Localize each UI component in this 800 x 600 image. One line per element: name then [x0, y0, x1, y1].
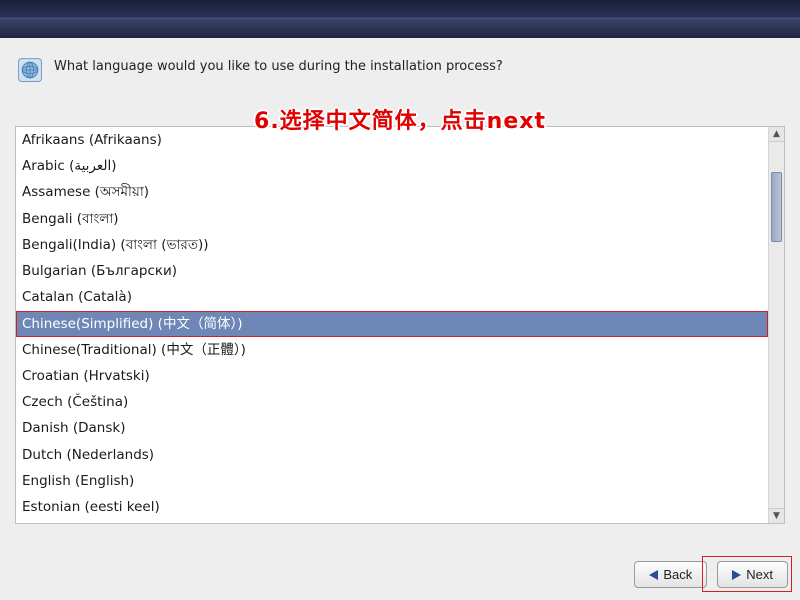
next-button-label: Next [746, 567, 773, 582]
language-option[interactable]: Czech (Čeština) [16, 389, 768, 415]
language-option[interactable]: Dutch (Nederlands) [16, 442, 768, 468]
language-option[interactable]: Chinese(Simplified) (中文（简体）) [16, 311, 768, 337]
scroll-thumb[interactable] [771, 172, 782, 242]
language-option[interactable]: English (English) [16, 468, 768, 494]
next-button[interactable]: Next [717, 561, 788, 588]
language-option[interactable]: Bulgarian (Български) [16, 258, 768, 284]
header: What language would you like to use duri… [0, 38, 800, 94]
language-list[interactable]: Afrikaans (Afrikaans)Arabic (العربية)Ass… [16, 127, 768, 523]
language-option[interactable]: Finnish (suomi) [16, 520, 768, 523]
arrow-right-icon [732, 570, 741, 580]
language-option[interactable]: Arabic (العربية) [16, 153, 768, 179]
language-option[interactable]: Estonian (eesti keel) [16, 494, 768, 520]
back-button[interactable]: Back [634, 561, 707, 588]
globe-icon [16, 56, 44, 84]
footer: Back Next [634, 561, 788, 588]
back-button-label: Back [663, 567, 692, 582]
header-prompt: What language would you like to use duri… [54, 56, 503, 76]
language-option[interactable]: Croatian (Hrvatski) [16, 363, 768, 389]
language-option[interactable]: Catalan (Català) [16, 284, 768, 310]
scrollbar[interactable]: ▲ ▼ [768, 127, 784, 523]
language-option[interactable]: Assamese (অসমীয়া) [16, 179, 768, 205]
language-option[interactable]: Danish (Dansk) [16, 415, 768, 441]
language-list-container: Afrikaans (Afrikaans)Arabic (العربية)Ass… [15, 126, 785, 524]
arrow-left-icon [649, 570, 658, 580]
scroll-down-button[interactable]: ▼ [769, 508, 784, 523]
language-option[interactable]: Bengali(India) (বাংলা (ভারত)) [16, 232, 768, 258]
scroll-up-button[interactable]: ▲ [769, 127, 784, 142]
title-bar [0, 0, 800, 38]
language-option[interactable]: Afrikaans (Afrikaans) [16, 127, 768, 153]
language-option[interactable]: Chinese(Traditional) (中文（正體）) [16, 337, 768, 363]
language-option[interactable]: Bengali (বাংলা) [16, 206, 768, 232]
